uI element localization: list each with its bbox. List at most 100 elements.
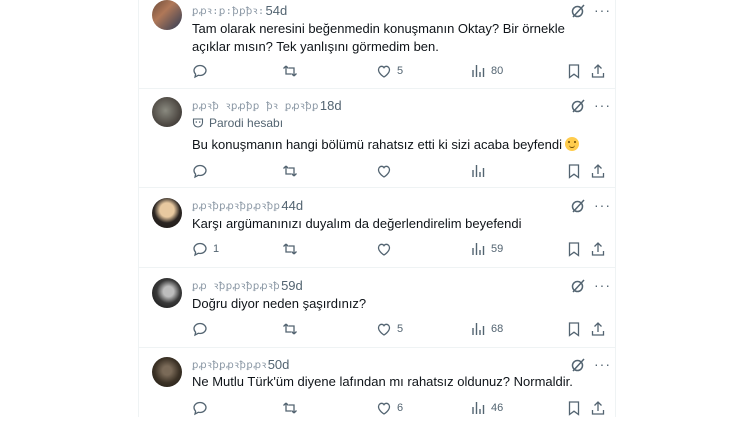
grok-icon[interactable]: [570, 357, 586, 373]
grok-icon[interactable]: [570, 198, 586, 214]
reply-tweet[interactable]: ꝑꝓꝛꝥ ꝛꝑꝓꝥꝑ ꝥꝛ ꝑꝓꝛꝥꝑ 18d ··· Parodi hesab…: [139, 88, 615, 188]
bookmark-button[interactable]: [566, 240, 582, 258]
retweet-button[interactable]: [282, 62, 303, 80]
tweet-text: Tam olarak neresini beğenmedin konuşmanı…: [192, 21, 565, 54]
author-handle[interactable]: ꝑꝓ ꝛꝥꝑꝓꝛꝥꝑꝓꝛꝥ: [192, 278, 280, 292]
views-button[interactable]: 68: [470, 320, 503, 338]
share-icon: [591, 242, 605, 256]
retweet-button[interactable]: [282, 240, 303, 258]
like-button[interactable]: [376, 162, 397, 180]
share-button[interactable]: [590, 399, 606, 417]
grok-icon[interactable]: [570, 98, 586, 114]
retweet-icon: [283, 243, 297, 255]
reply-count: 1: [213, 243, 220, 255]
author-handle[interactable]: ꝑꝓꝛꝥ ꝛꝑꝓꝥꝑ ꝥꝛ ꝑꝓꝛꝥꝑ: [192, 98, 319, 112]
parody-label: Parodi hesabı: [192, 116, 283, 130]
reply-tweet[interactable]: ꝑꝓꝛ꞉ꝑ꞉ꝥꝑꝥꝛ꞉ 54d ··· Tam olarak neresini …: [139, 0, 615, 89]
share-button[interactable]: [590, 320, 606, 338]
retweet-button[interactable]: [282, 399, 303, 417]
views-icon: [472, 402, 485, 414]
like-button[interactable]: [376, 240, 397, 258]
tweet-text-content: Bu konuşmanın hangi bölümü rahatsız etti…: [192, 137, 562, 152]
timestamp[interactable]: 44d: [281, 198, 303, 213]
view-count: 46: [491, 402, 504, 414]
timestamp[interactable]: 59d: [281, 278, 303, 293]
tweet-actions: 5 80: [192, 62, 612, 80]
views-icon: [472, 243, 485, 255]
share-icon: [591, 401, 605, 415]
avatar[interactable]: [152, 0, 182, 30]
timestamp[interactable]: 18d: [320, 98, 342, 113]
mask-icon: [192, 118, 204, 128]
bookmark-button[interactable]: [566, 320, 582, 338]
like-button[interactable]: 5: [376, 320, 403, 338]
tweet-text: Doğru diyor neden şaşırdınız?: [192, 296, 367, 311]
views-icon: [472, 65, 485, 77]
avatar[interactable]: [152, 278, 182, 308]
reply-icon: [193, 164, 207, 179]
tweet-actions: [192, 162, 612, 180]
like-icon: [377, 402, 391, 415]
like-icon: [377, 165, 391, 178]
timestamp[interactable]: 54d: [266, 3, 288, 18]
emoji-icon: [565, 137, 579, 151]
author-handle[interactable]: ꝑꝓꝛꝥꝑꝓꝛꝥꝑꝓꝛ: [192, 357, 267, 371]
retweet-button[interactable]: [282, 162, 303, 180]
more-icon[interactable]: ···: [594, 3, 610, 19]
retweet-icon: [283, 65, 297, 77]
like-button[interactable]: 5: [376, 62, 403, 80]
avatar[interactable]: [152, 357, 182, 387]
more-icon[interactable]: ···: [594, 198, 610, 214]
like-icon: [377, 65, 391, 78]
reply-tweet[interactable]: ꝑꝓꝛꝥꝑꝓꝛꝥꝑꝓꝛꝥꝑ 44d ··· Karşı argümanınızı…: [139, 187, 615, 268]
bookmark-icon: [568, 164, 580, 179]
reply-icon: [193, 64, 207, 79]
bookmark-button[interactable]: [566, 399, 582, 417]
more-icon[interactable]: ···: [594, 278, 610, 294]
avatar[interactable]: [152, 97, 182, 127]
reply-icon: [193, 322, 207, 337]
share-button[interactable]: [590, 62, 606, 80]
reply-icon: [193, 242, 207, 257]
author-handle[interactable]: ꝑꝓꝛ꞉ꝑ꞉ꝥꝑꝥꝛ꞉: [192, 3, 265, 17]
more-icon[interactable]: ···: [594, 98, 610, 114]
avatar[interactable]: [152, 198, 182, 228]
reply-tweet[interactable]: ꝑꝓ ꝛꝥꝑꝓꝛꝥꝑꝓꝛꝥ 59d ··· Doğru diyor neden …: [139, 267, 615, 348]
reply-thread: ꝑꝓꝛ꞉ꝑ꞉ꝥꝑꝥꝛ꞉ 54d ··· Tam olarak neresini …: [138, 0, 616, 417]
view-count: 80: [491, 65, 504, 77]
retweet-icon: [283, 323, 297, 335]
like-button[interactable]: 6: [376, 399, 403, 417]
reply-button[interactable]: [192, 62, 213, 80]
share-icon: [591, 64, 605, 78]
tweet-text: Bu konuşmanın hangi bölümü rahatsız etti…: [192, 136, 592, 154]
reply-button[interactable]: 1: [192, 240, 219, 258]
timestamp[interactable]: 50d: [268, 357, 290, 372]
bookmark-button[interactable]: [566, 162, 582, 180]
views-button[interactable]: [470, 162, 491, 180]
reply-tweet[interactable]: ꝑꝓꝛꝥꝑꝓꝛꝥꝑꝓꝛ 50d ··· Ne Mutlu Türk'üm diy…: [139, 347, 615, 427]
tweet-text: Ne Mutlu Türk'üm diyene lafından mı raha…: [192, 374, 573, 389]
retweet-button[interactable]: [282, 320, 303, 338]
grok-icon[interactable]: [570, 3, 586, 19]
view-count: 59: [491, 243, 504, 255]
view-count: 68: [491, 323, 504, 335]
bookmark-icon: [568, 401, 580, 416]
parody-badge: Parodi hesabı: [209, 116, 284, 130]
grok-icon[interactable]: [570, 278, 586, 294]
share-icon: [591, 164, 605, 178]
tweet-actions: 1 59: [192, 240, 612, 258]
bookmark-button[interactable]: [566, 62, 582, 80]
author-handle[interactable]: ꝑꝓꝛꝥꝑꝓꝛꝥꝑꝓꝛꝥꝑ: [192, 198, 280, 212]
views-icon: [472, 165, 485, 177]
views-button[interactable]: 59: [470, 240, 503, 258]
reply-button[interactable]: [192, 320, 213, 338]
share-button[interactable]: [590, 162, 606, 180]
share-icon: [591, 322, 605, 336]
views-button[interactable]: 80: [470, 62, 503, 80]
more-icon[interactable]: ···: [594, 357, 610, 373]
views-button[interactable]: 46: [470, 399, 503, 417]
share-button[interactable]: [590, 240, 606, 258]
like-icon: [377, 243, 391, 256]
reply-button[interactable]: [192, 162, 213, 180]
reply-button[interactable]: [192, 399, 213, 417]
